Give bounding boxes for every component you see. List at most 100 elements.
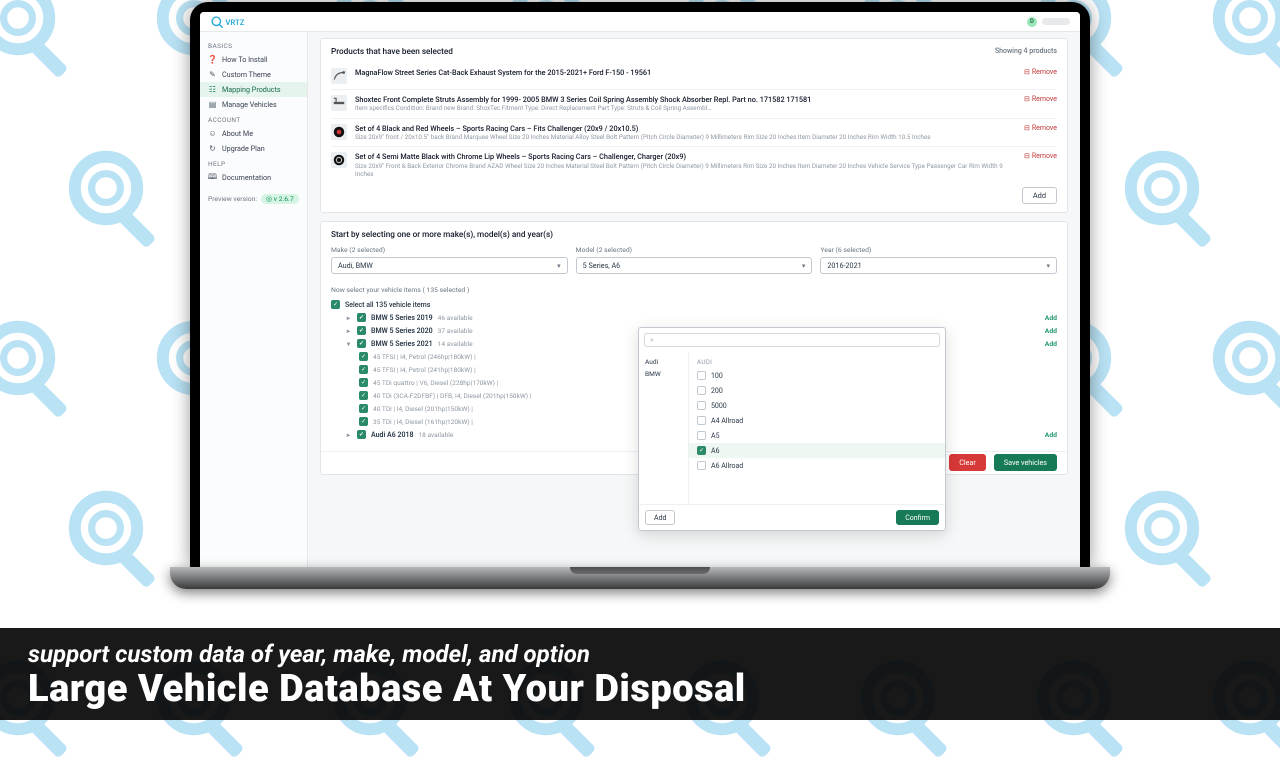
app-screen: VRTZ D BASICS ❓ How To Install ✎ Custom Them… (200, 12, 1080, 567)
item-checkbox[interactable]: ✓ (359, 391, 368, 400)
chevron-icon: ▸ (345, 431, 352, 439)
vehicle-item-label: 35 TDi | I4, Diesel (161hp|120kW) | (373, 418, 473, 426)
group-add-button[interactable]: Add (1045, 431, 1057, 439)
product-thumb (331, 152, 347, 168)
dropdown-option[interactable]: ✓ A6 (689, 443, 945, 458)
item-checkbox[interactable]: ✓ (359, 352, 368, 361)
dropdown-make-item[interactable]: BMW (639, 368, 688, 380)
item-checkbox[interactable]: ✓ (359, 404, 368, 413)
marketing-caption: support custom data of year, make, model… (0, 628, 1280, 720)
remove-button[interactable]: Remove (1024, 95, 1057, 103)
dropdown-option[interactable]: 100 (689, 368, 945, 383)
option-label: A6 Allroad (711, 462, 743, 470)
remove-button[interactable]: Remove (1024, 68, 1057, 76)
dropdown-option[interactable]: A4 Allroad (689, 413, 945, 428)
sidebar-item[interactable]: ↻Upgrade Plan (200, 141, 307, 156)
sidebar-section-label: ACCOUNT (200, 112, 307, 126)
dropdown-option[interactable]: 5000 (689, 398, 945, 413)
sidebar-item[interactable]: 🕮Documentation (200, 170, 307, 185)
group-add-button[interactable]: Add (1045, 327, 1057, 335)
sidebar-item-label: Documentation (222, 173, 271, 182)
save-vehicles-button[interactable]: Save vehicles (994, 454, 1057, 471)
user-avatar[interactable]: D (1027, 17, 1037, 27)
option-label: A5 (711, 432, 720, 440)
sidebar-icon: ❓ (208, 55, 217, 64)
sidebar-item[interactable]: ▤Manage Vehicles (200, 97, 307, 112)
sidebar-section-label: BASICS (200, 38, 307, 52)
option-checkbox[interactable] (697, 416, 706, 425)
group-availability: 46 available (438, 314, 473, 322)
group-checkbox[interactable]: ✓ (357, 430, 366, 439)
sidebar-item[interactable]: ✎ Custom Theme (200, 67, 307, 82)
group-title: BMW 5 Series 2021 (371, 340, 433, 348)
sidebar: BASICS ❓ How To Install ✎ Custom Theme ☷ Mappi… (200, 32, 308, 567)
dropdown-search[interactable]: ⌕ (644, 333, 940, 347)
app-logo: VRTZ (210, 15, 270, 29)
clear-button[interactable]: Clear (949, 454, 986, 471)
preview-version: Preview version:◎ v 2.6.7 (208, 195, 299, 203)
dropdown-option[interactable]: A6 Allroad (689, 458, 945, 473)
svg-text:VRTZ: VRTZ (225, 17, 244, 26)
year-select[interactable]: 2016-2021 (820, 257, 1057, 274)
model-select[interactable]: 5 Series, A6 (576, 257, 813, 274)
dropdown-group-label: AUDI (689, 356, 945, 368)
option-checkbox[interactable] (697, 431, 706, 440)
sidebar-item[interactable]: ☺About Me (200, 126, 307, 141)
item-checkbox[interactable]: ✓ (359, 417, 368, 426)
add-product-button[interactable]: Add (1022, 187, 1057, 204)
group-checkbox[interactable]: ✓ (357, 313, 366, 322)
product-title: Set of 4 Semi Matte Black with Chrome Li… (355, 152, 1016, 161)
option-label: 200 (711, 387, 723, 395)
dropdown-option[interactable]: A5 (689, 428, 945, 443)
product-thumb (331, 124, 347, 140)
user-menu[interactable] (1042, 18, 1070, 25)
sidebar-icon: ▤ (208, 100, 217, 109)
dropdown-option[interactable]: 200 (689, 383, 945, 398)
select-all-row[interactable]: ✓ Select all 135 vehicle items (331, 298, 1057, 311)
item-checkbox[interactable]: ✓ (359, 378, 368, 387)
group-add-button[interactable]: Add (1045, 340, 1057, 348)
option-checkbox[interactable] (697, 461, 706, 470)
option-checkbox[interactable] (697, 401, 706, 410)
sidebar-icon: ☷ (208, 85, 217, 94)
product-title: MagnaFlow Street Series Cat-Back Exhaust… (355, 68, 1016, 77)
option-label: A6 (711, 447, 720, 455)
laptop-base (170, 567, 1110, 589)
group-checkbox[interactable]: ✓ (357, 339, 366, 348)
caption-sub: support custom data of year, make, model… (28, 640, 1252, 668)
chevron-icon: ▸ (345, 314, 352, 322)
product-thumb (331, 68, 347, 84)
vehicle-item-label: 45 TDi quattro | V6, Diesel (228hp|170kW… (373, 379, 498, 387)
chevron-icon: ▾ (345, 340, 352, 348)
topbar: VRTZ D (200, 12, 1080, 32)
laptop-mockup: VRTZ D BASICS ❓ How To Install ✎ Custom Them… (170, 2, 1110, 589)
group-add-button[interactable]: Add (1045, 314, 1057, 322)
product-title: Set of 4 Black and Red Wheels – Sports R… (355, 124, 1016, 133)
sidebar-item-label: Mapping Products (222, 85, 281, 94)
remove-button[interactable]: Remove (1024, 124, 1057, 132)
sidebar-item[interactable]: ☷ Mapping Products (200, 82, 307, 97)
dropdown-make-item[interactable]: Audi (639, 356, 688, 368)
sidebar-icon: ✎ (208, 70, 217, 79)
sidebar-item[interactable]: ❓ How To Install (200, 52, 307, 67)
sidebar-item-label: How To Install (222, 55, 267, 64)
product-thumb (331, 95, 347, 111)
main-panel: Products that have been selected Showing… (308, 32, 1080, 567)
products-card: Products that have been selected Showing… (320, 38, 1068, 213)
dropdown-add-button[interactable]: Add (645, 510, 675, 525)
make-label: Make (2 selected) (331, 246, 568, 254)
group-checkbox[interactable]: ✓ (357, 326, 366, 335)
sidebar-section-label: HELP (200, 156, 307, 170)
option-label: 100 (711, 372, 723, 380)
group-title: Audi A6 2018 (371, 431, 413, 439)
dropdown-confirm-button[interactable]: Confirm (896, 510, 939, 525)
vehicle-group-row[interactable]: ▸ ✓ BMW 5 Series 2019 46 available Add (331, 311, 1057, 324)
option-checkbox[interactable]: ✓ (697, 446, 706, 455)
remove-button[interactable]: Remove (1024, 152, 1057, 160)
make-select[interactable]: Audi, BMW (331, 257, 568, 274)
option-checkbox[interactable] (697, 386, 706, 395)
group-title: BMW 5 Series 2019 (371, 314, 433, 322)
option-checkbox[interactable] (697, 371, 706, 380)
item-checkbox[interactable]: ✓ (359, 365, 368, 374)
sidebar-item-label: Custom Theme (222, 70, 271, 79)
